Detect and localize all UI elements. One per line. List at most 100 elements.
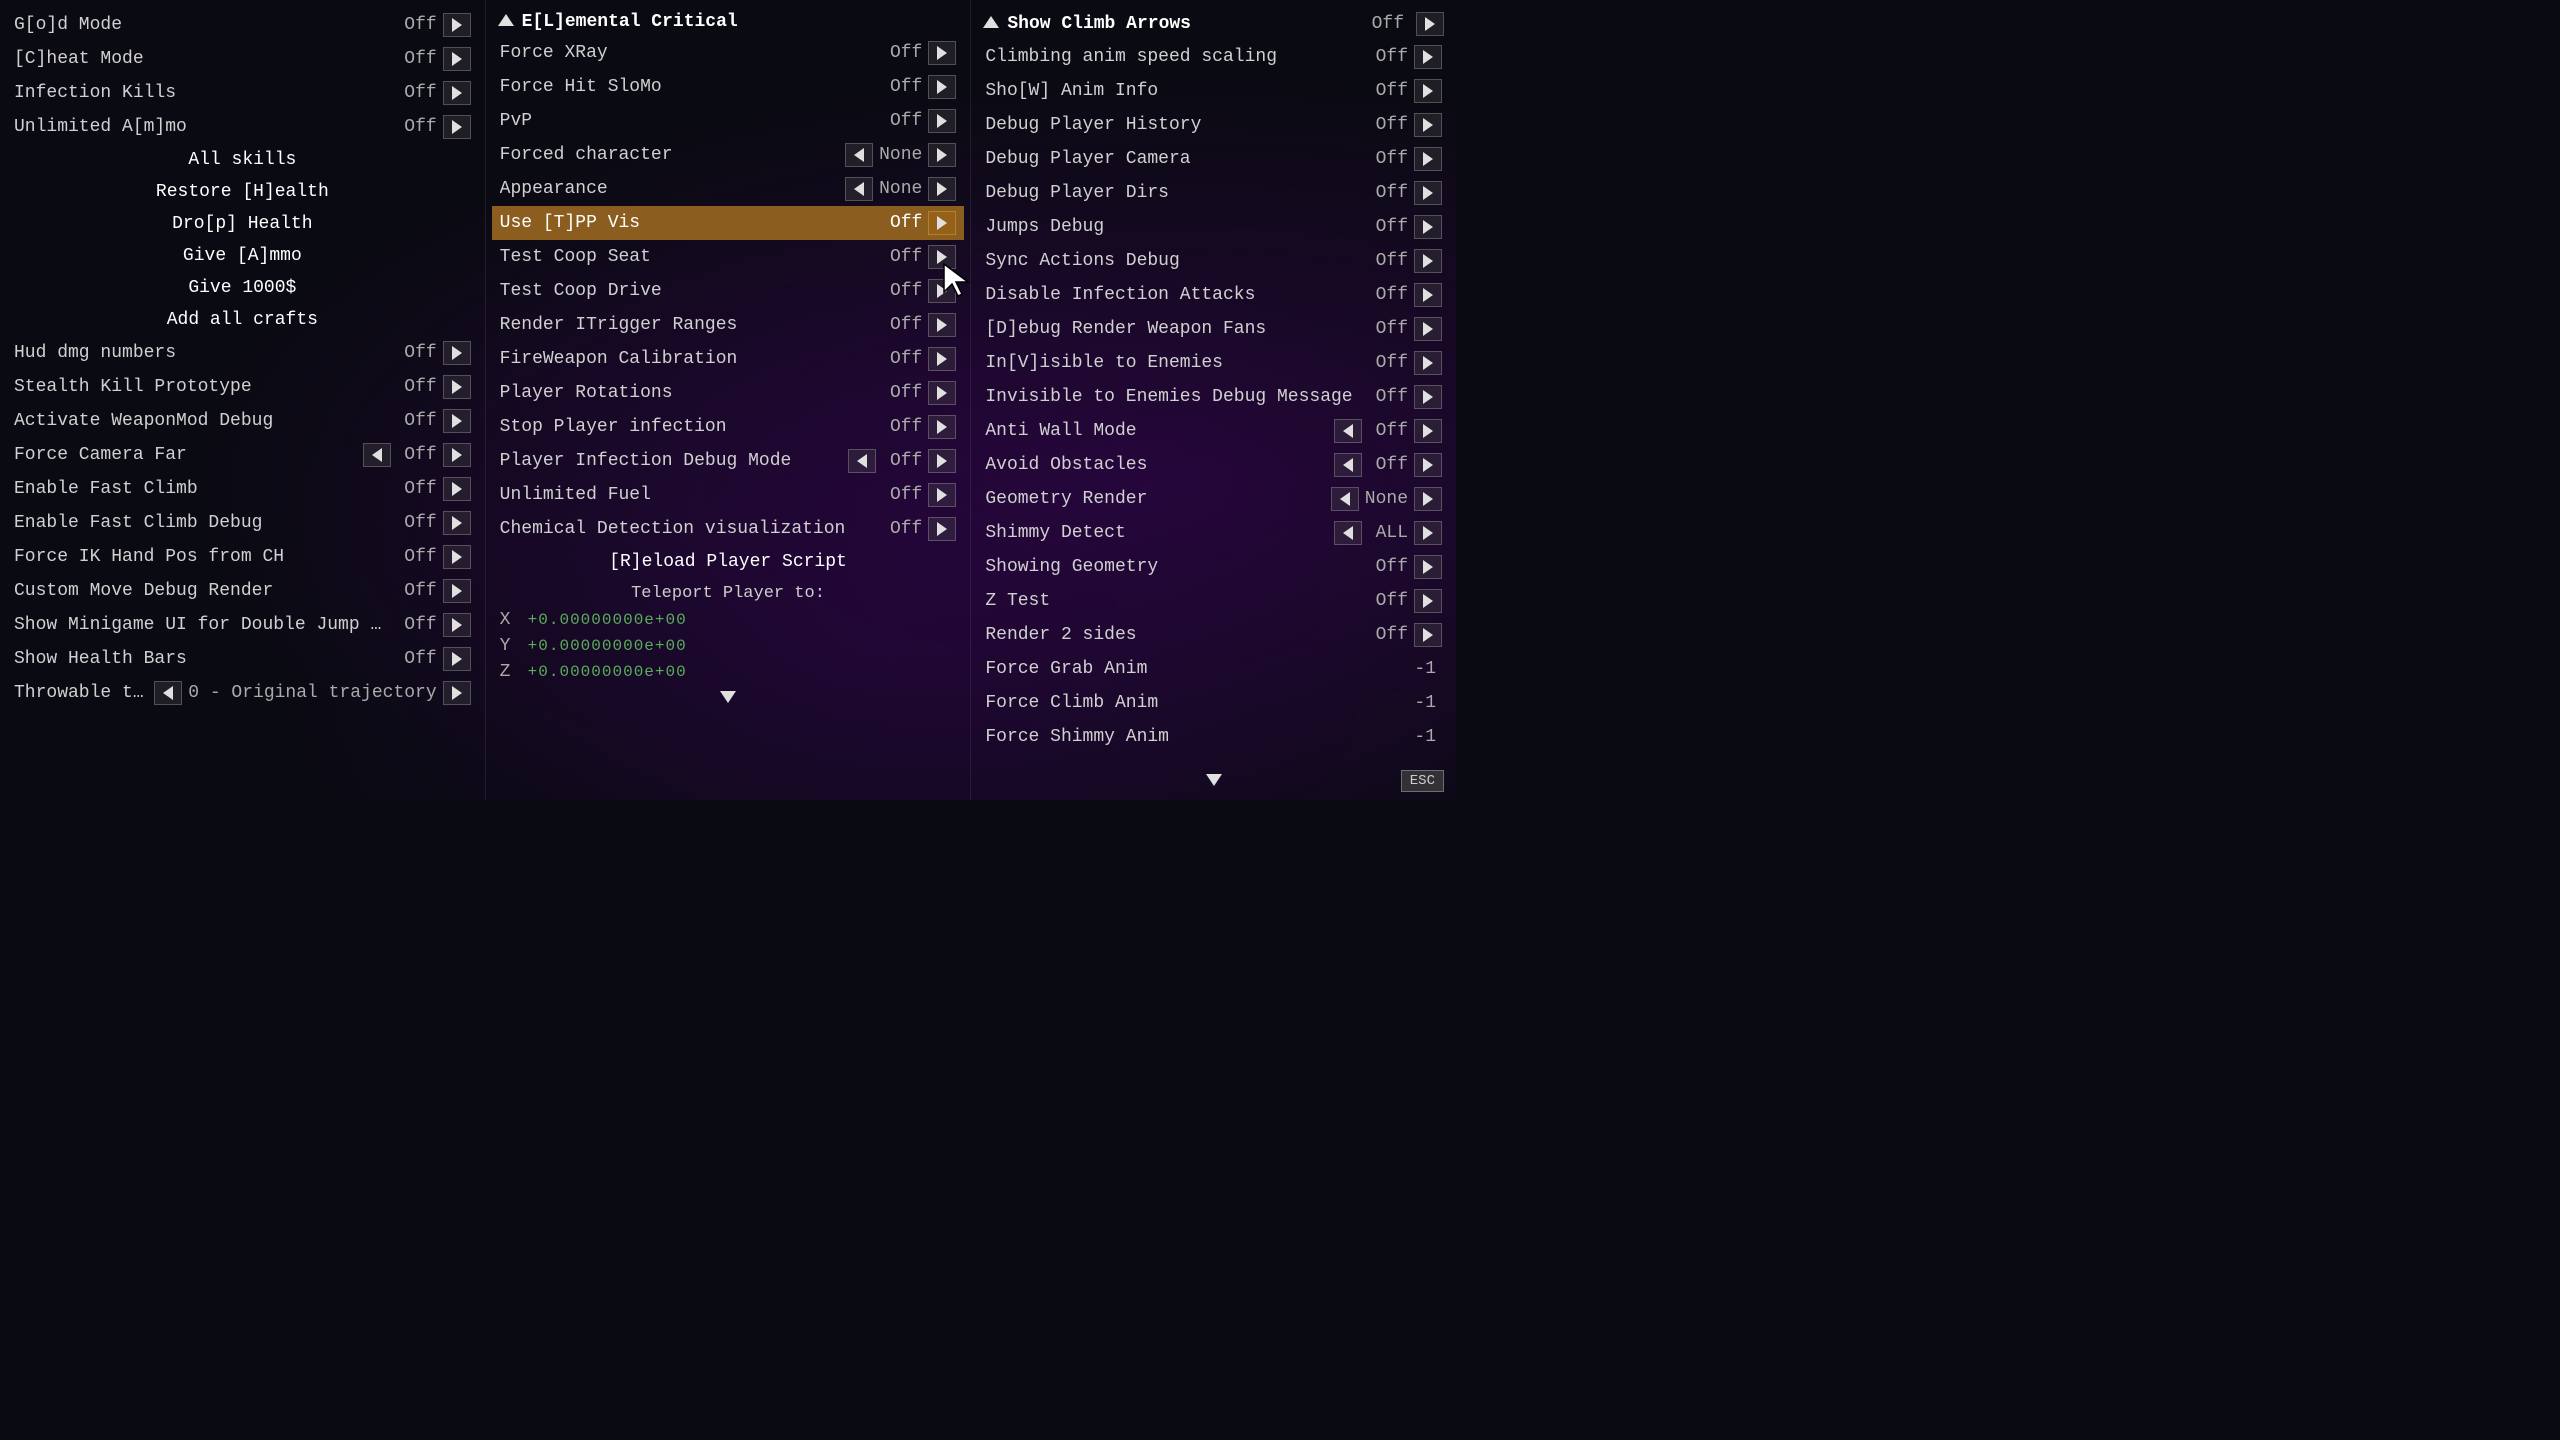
arrow-right-btn[interactable]	[1414, 351, 1442, 375]
arrow-right-btn[interactable]	[1414, 147, 1442, 171]
menu-item[interactable]: Test Coop SeatOff	[492, 240, 965, 274]
menu-item[interactable]: Hud dmg numbersOff	[6, 336, 479, 370]
arrow-left-btn[interactable]	[1331, 487, 1359, 511]
menu-item[interactable]: Z TestOff	[977, 584, 1450, 618]
arrow-right-btn[interactable]	[928, 177, 956, 201]
arrow-right-btn[interactable]	[443, 579, 471, 603]
menu-item[interactable]: Enable Fast Climb DebugOff	[6, 506, 479, 540]
menu-item[interactable]: PvPOff	[492, 104, 965, 138]
menu-item[interactable]: Infection KillsOff	[6, 76, 479, 110]
arrow-right-btn[interactable]	[928, 109, 956, 133]
arrow-right-btn[interactable]	[443, 477, 471, 501]
col2-scroll-down[interactable]	[500, 685, 957, 709]
arrow-right-btn[interactable]	[1414, 317, 1442, 341]
arrow-right-btn[interactable]	[443, 115, 471, 139]
teleport-value-x[interactable]: +0.00000000e+00	[528, 611, 687, 629]
menu-item[interactable]: Show Minigame UI for Double Jump & Vault…	[6, 608, 479, 642]
arrow-right-btn[interactable]	[443, 647, 471, 671]
arrow-right-btn[interactable]	[1414, 419, 1442, 443]
menu-item[interactable]: Invisible to Enemies Debug MessageOff	[977, 380, 1450, 414]
menu-item[interactable]: Forced characterNone	[492, 138, 965, 172]
arrow-right-btn[interactable]	[443, 409, 471, 433]
menu-item[interactable]: Geometry RenderNone	[977, 482, 1450, 516]
arrow-right-btn[interactable]	[928, 415, 956, 439]
arrow-right-btn[interactable]	[443, 81, 471, 105]
menu-item[interactable]: [C]heat ModeOff	[6, 42, 479, 76]
arrow-left-btn[interactable]	[845, 143, 873, 167]
arrow-right-btn[interactable]	[928, 449, 956, 473]
arrow-left-btn[interactable]	[1334, 521, 1362, 545]
menu-item[interactable]: Force Climb Anim-1	[977, 686, 1450, 720]
arrow-right-btn[interactable]	[928, 211, 956, 235]
menu-item[interactable]: Throwable trajectory type0 - Original tr…	[6, 676, 479, 710]
menu-item[interactable]: Render 2 sidesOff	[977, 618, 1450, 652]
arrow-right-btn[interactable]	[443, 443, 471, 467]
center-action-btn[interactable]: [R]eload Player Script	[492, 546, 965, 578]
arrow-left-btn[interactable]	[154, 681, 182, 705]
arrow-right-btn[interactable]	[443, 545, 471, 569]
section-up-arrow[interactable]	[498, 12, 514, 32]
arrow-right-btn[interactable]	[1414, 181, 1442, 205]
menu-item[interactable]: Player RotationsOff	[492, 376, 965, 410]
menu-item[interactable]: Render ITrigger RangesOff	[492, 308, 965, 342]
menu-item[interactable]: Test Coop DriveOff	[492, 274, 965, 308]
menu-item[interactable]: Disable Infection AttacksOff	[977, 278, 1450, 312]
menu-item[interactable]: Unlimited A[m]moOff	[6, 110, 479, 144]
menu-item[interactable]: Showing GeometryOff	[977, 550, 1450, 584]
menu-item[interactable]: Chemical Detection visualizationOff	[492, 512, 965, 546]
esc-badge[interactable]: ESC	[1401, 770, 1444, 792]
arrow-right-btn[interactable]	[928, 245, 956, 269]
menu-item[interactable]: Custom Move Debug RenderOff	[6, 574, 479, 608]
arrow-right-btn[interactable]	[928, 483, 956, 507]
menu-item[interactable]: Force Camera FarOff	[6, 438, 479, 472]
menu-item[interactable]: Jumps DebugOff	[977, 210, 1450, 244]
arrow-right-btn[interactable]	[1414, 555, 1442, 579]
arrow-right-btn[interactable]	[928, 143, 956, 167]
menu-item[interactable]: FireWeapon CalibrationOff	[492, 342, 965, 376]
menu-item[interactable]: Debug Player HistoryOff	[977, 108, 1450, 142]
arrow-right-btn[interactable]	[1414, 113, 1442, 137]
arrow-right-btn[interactable]	[1414, 589, 1442, 613]
arrow-right-btn[interactable]	[1414, 385, 1442, 409]
arrow-right-btn[interactable]	[1414, 623, 1442, 647]
arrow-right-btn[interactable]	[1414, 521, 1442, 545]
teleport-value-z[interactable]: +0.00000000e+00	[528, 663, 687, 681]
menu-item[interactable]: Force Hit SloMoOff	[492, 70, 965, 104]
menu-item[interactable]: Stop Player infectionOff	[492, 410, 965, 444]
center-action-btn[interactable]: All skills	[6, 144, 479, 176]
arrow-left-btn[interactable]	[845, 177, 873, 201]
center-action-btn[interactable]: Add all crafts	[6, 304, 479, 336]
menu-item[interactable]: Avoid ObstaclesOff	[977, 448, 1450, 482]
menu-item[interactable]: AppearanceNone	[492, 172, 965, 206]
arrow-right-btn[interactable]	[443, 511, 471, 535]
arrow-right-btn[interactable]	[1414, 215, 1442, 239]
menu-item[interactable]: Player Infection Debug ModeOff	[492, 444, 965, 478]
arrow-left-btn[interactable]	[848, 449, 876, 473]
arrow-right-btn[interactable]	[1414, 283, 1442, 307]
arrow-right-btn[interactable]	[1414, 249, 1442, 273]
menu-item[interactable]: Activate WeaponMod DebugOff	[6, 404, 479, 438]
menu-item[interactable]: Show Health BarsOff	[6, 642, 479, 676]
menu-item[interactable]: Stealth Kill PrototypeOff	[6, 370, 479, 404]
arrow-right-btn[interactable]	[1414, 79, 1442, 103]
arrow-left-btn[interactable]	[1334, 419, 1362, 443]
arrow-right-btn[interactable]	[928, 347, 956, 371]
menu-item[interactable]: [D]ebug Render Weapon FansOff	[977, 312, 1450, 346]
arrow-right-btn[interactable]	[1414, 45, 1442, 69]
menu-item[interactable]: Force Grab Anim-1	[977, 652, 1450, 686]
teleport-value-y[interactable]: +0.00000000e+00	[528, 637, 687, 655]
menu-item[interactable]: Sho[W] Anim InfoOff	[977, 74, 1450, 108]
col3-scroll-down[interactable]	[977, 768, 1450, 792]
arrow-right-btn[interactable]	[443, 681, 471, 705]
center-action-btn[interactable]: Give 1000$	[6, 272, 479, 304]
arrow-right-btn[interactable]	[443, 341, 471, 365]
menu-item[interactable]: Enable Fast ClimbOff	[6, 472, 479, 506]
arrow-left-btn[interactable]	[363, 443, 391, 467]
arrow-left-btn[interactable]	[1334, 453, 1362, 477]
menu-item[interactable]: Climbing anim speed scalingOff	[977, 40, 1450, 74]
menu-item[interactable]: Unlimited FuelOff	[492, 478, 965, 512]
col3-up-arrow[interactable]	[983, 14, 999, 34]
arrow-right-btn[interactable]	[1414, 453, 1442, 477]
menu-item[interactable]: Use [T]PP VisOff	[492, 206, 965, 240]
menu-item[interactable]: Debug Player CameraOff	[977, 142, 1450, 176]
